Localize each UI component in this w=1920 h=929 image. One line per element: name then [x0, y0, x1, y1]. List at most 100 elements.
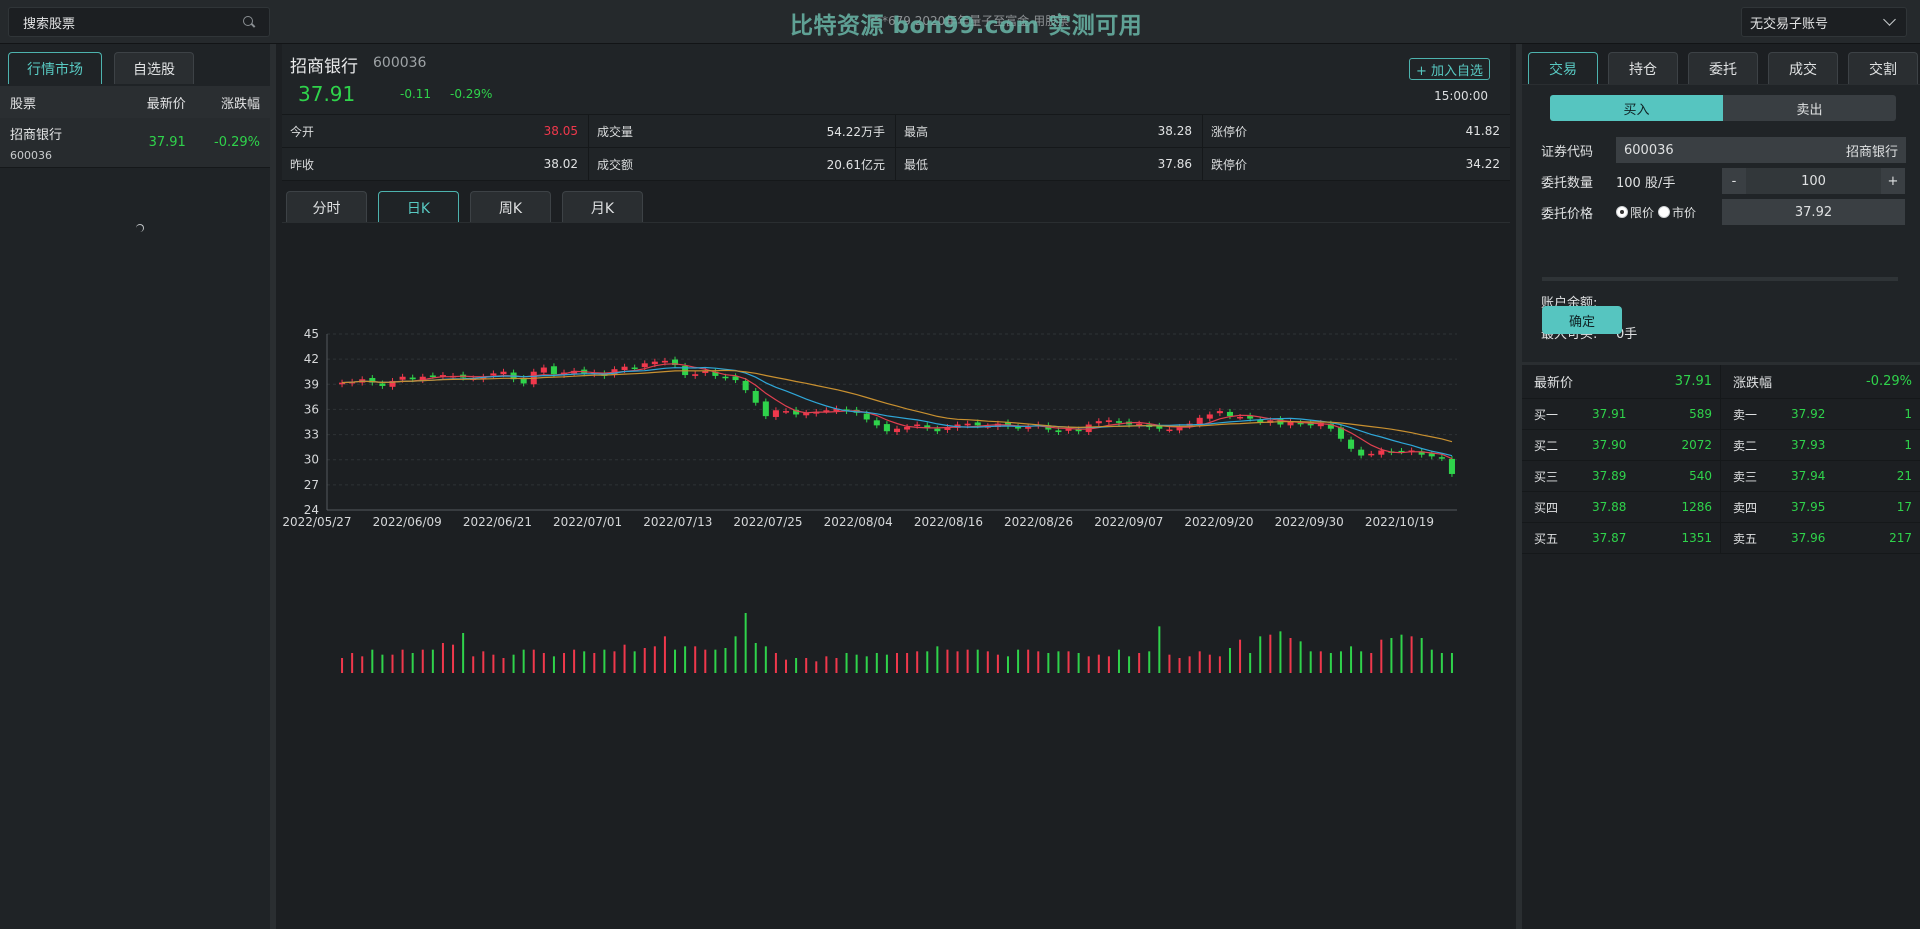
volume-bar	[583, 651, 586, 673]
tab-trade[interactable]: 交易	[1528, 52, 1598, 84]
order-book: 最新价 37.91 涨跌幅 -0.29% 买一 37.91 589 卖一 37.92 1 买二 37.…	[1522, 362, 1920, 554]
candle	[1216, 411, 1223, 414]
tab-market[interactable]: 行情市场	[8, 52, 102, 84]
sell-tab-button[interactable]: 卖出	[1723, 95, 1896, 121]
qty-input[interactable]: 100	[1746, 168, 1881, 194]
depth-price: 37.91	[1592, 407, 1627, 421]
stock-row[interactable]: 招商银行 600036 37.91 -0.29%	[0, 118, 270, 168]
volume-bar	[552, 656, 555, 673]
depth-volume: 1351	[1681, 531, 1712, 545]
quote-stat-label: 昨收	[290, 157, 315, 172]
candle	[1358, 449, 1365, 456]
tab-orders[interactable]: 委托	[1688, 52, 1758, 84]
candle	[974, 422, 981, 426]
confirm-button[interactable]: 确定	[1542, 306, 1622, 334]
quote-stock-code: 600036	[373, 55, 427, 71]
depth-volume: 540	[1689, 469, 1712, 483]
qty-minus-button[interactable]: -	[1722, 174, 1746, 189]
candle	[661, 360, 668, 363]
security-code-input[interactable]: 600036 招商银行	[1616, 137, 1906, 163]
stock-name-cell: 招商银行 600036	[10, 124, 117, 162]
kline-chart[interactable]: 45423936333027242022/05/27 2022/06/09 2022…	[282, 223, 1510, 923]
limit-label: 限价	[1630, 205, 1655, 220]
quote-stat-value: 38.02	[543, 157, 578, 171]
quote-stat-cell: 今开 38.05	[282, 115, 589, 148]
order-book-row: 买四 37.88 1286 卖四 37.95 17	[1522, 492, 1920, 523]
volume-bar	[966, 649, 969, 673]
candle	[1055, 430, 1062, 433]
volume-bar	[1319, 651, 1322, 673]
candle	[722, 376, 729, 379]
tab-intraday[interactable]: 分时	[286, 191, 367, 223]
x-tick-label: 2022/08/26	[1004, 515, 1073, 529]
depth-price: 37.89	[1592, 469, 1627, 483]
volume-bar	[956, 651, 959, 673]
volume-bar	[1087, 656, 1090, 673]
volume-bar	[532, 649, 535, 673]
volume-bar	[1198, 651, 1201, 673]
search-placeholder: 搜索股票	[23, 16, 76, 32]
candle	[762, 401, 769, 417]
quote-stat-label: 最低	[904, 157, 929, 172]
qty-plus-button[interactable]: +	[1881, 174, 1905, 189]
x-tick-label: 2022/06/21	[463, 515, 532, 529]
column-change: 涨跌幅	[220, 96, 260, 112]
bid-level: 买五 37.87 1351	[1522, 523, 1721, 553]
volume-bar	[1168, 654, 1171, 673]
depth-volume: 589	[1689, 407, 1712, 421]
quote-stats-grid: 今开 38.05 成交量 54.22万手 最高 38.28 涨停价 41.82 昨收 38.02 成…	[282, 114, 1510, 181]
search-icon[interactable]	[243, 16, 255, 28]
candle	[1166, 429, 1173, 432]
buy-tab-button[interactable]: 买入	[1550, 95, 1723, 121]
tab-positions[interactable]: 持仓	[1608, 52, 1678, 84]
limit-radio[interactable]: 限价	[1616, 204, 1654, 221]
tab-watchlist[interactable]: 自选股	[114, 52, 194, 84]
volume-bar	[441, 643, 444, 673]
volume-bar	[1400, 634, 1403, 673]
candle	[1378, 450, 1385, 455]
quantity-stepper: - 100 +	[1722, 168, 1905, 194]
quote-stat-value: 38.05	[543, 124, 578, 138]
volume-bar	[663, 636, 666, 673]
volume-bar	[1158, 626, 1161, 673]
depth-volume: 37.91	[1674, 374, 1712, 389]
price-input[interactable]: 37.92	[1722, 199, 1905, 225]
volume-bar	[1430, 649, 1433, 673]
loading-spinner-icon	[136, 224, 144, 232]
tab-weekly-k[interactable]: 周K	[470, 191, 551, 223]
volume-bar	[724, 648, 727, 673]
volume-bar	[694, 646, 697, 673]
qty-unit: 100 股/手	[1616, 175, 1676, 191]
volume-bar	[1289, 638, 1292, 673]
volume-bar	[502, 658, 505, 673]
quote-stat-cell: 最低 37.86	[896, 148, 1203, 181]
candle	[772, 410, 779, 417]
candle	[1428, 453, 1435, 457]
volume-bar	[855, 654, 858, 673]
candle	[1348, 439, 1355, 449]
tab-monthly-k[interactable]: 月K	[562, 191, 643, 223]
volume-bar	[563, 653, 566, 673]
code-row: 证券代码 600036 招商银行	[1541, 137, 1906, 163]
tab-fills[interactable]: 成交	[1768, 52, 1838, 84]
add-to-watchlist-button[interactable]: + 加入自选	[1408, 58, 1490, 80]
candle	[550, 366, 557, 375]
volume-bar	[835, 658, 838, 673]
volume-bar	[1440, 653, 1443, 673]
stock-change: -0.29%	[214, 135, 260, 150]
qty-row: 委托数量 100 股/手 - 100 +	[1541, 168, 1905, 194]
depth-price: 37.92	[1791, 407, 1826, 421]
tab-daily-k[interactable]: 日K	[378, 191, 459, 223]
search-input[interactable]: 搜索股票	[8, 7, 270, 37]
y-tick-label: 30	[304, 453, 319, 467]
market-radio[interactable]: 市价	[1658, 204, 1696, 221]
depth-volume: 17	[1896, 500, 1912, 514]
side-toggle: 买入 卖出	[1550, 95, 1896, 121]
account-select[interactable]: 无交易子账号	[1741, 7, 1907, 37]
volume-bar	[482, 651, 485, 673]
order-book-row: 买五 37.87 1351 卖五 37.96 217	[1522, 523, 1920, 554]
tab-settlement[interactable]: 交割	[1848, 52, 1918, 84]
candle	[1237, 416, 1244, 419]
x-tick-label: 2022/07/01	[553, 515, 622, 529]
quote-change-pct: -0.29%	[450, 87, 493, 101]
